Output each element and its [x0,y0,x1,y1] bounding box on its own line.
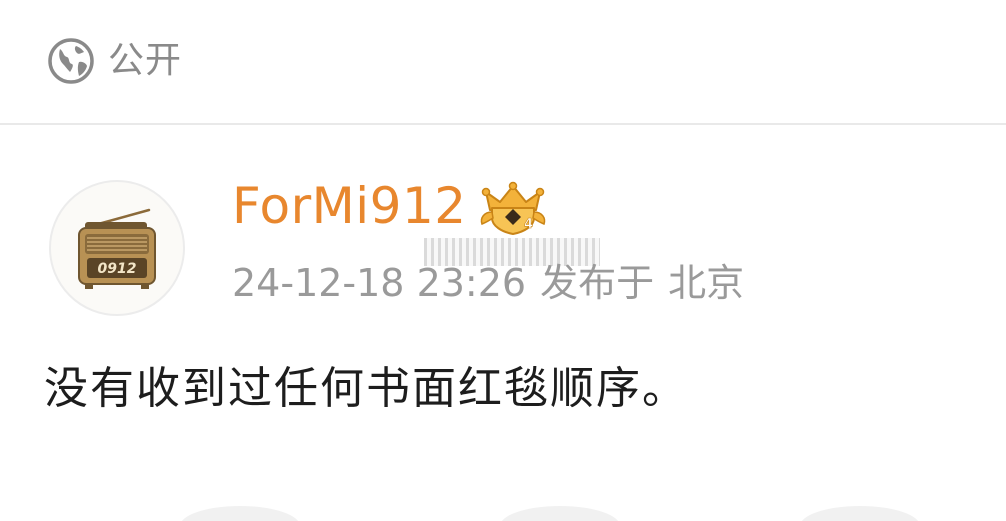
post-meta: 24-12-18 23:26 发布于 北京 [232,258,744,308]
action-button-shadow [180,506,300,521]
post-body-text: 没有收到过任何书面红毯顺序。 [44,363,688,414]
published-prefix: 发布于 [540,261,655,305]
action-button-shadow [800,506,920,521]
post-time: 24-12-18 23:26 [232,261,527,305]
post-location: 北京 [668,261,745,305]
post-detail-page: 公开 0912 ForMi912 4 24-12-18 23:26 发布于 北京… [0,0,1006,521]
author-username[interactable]: ForMi912 [232,176,467,236]
section-divider [0,123,1006,125]
avatar[interactable]: 0912 [49,180,185,316]
crown-badge-icon[interactable]: 4 [478,180,548,236]
visibility-label: 公开 [108,40,183,81]
badge-level: 4 [524,217,533,232]
action-button-shadow [500,506,620,521]
avatar-label: 0912 [98,261,137,277]
visibility-setting[interactable]: 公开 [46,36,182,86]
radio-avatar-icon: 0912 [78,208,156,289]
globe-icon [48,38,94,84]
